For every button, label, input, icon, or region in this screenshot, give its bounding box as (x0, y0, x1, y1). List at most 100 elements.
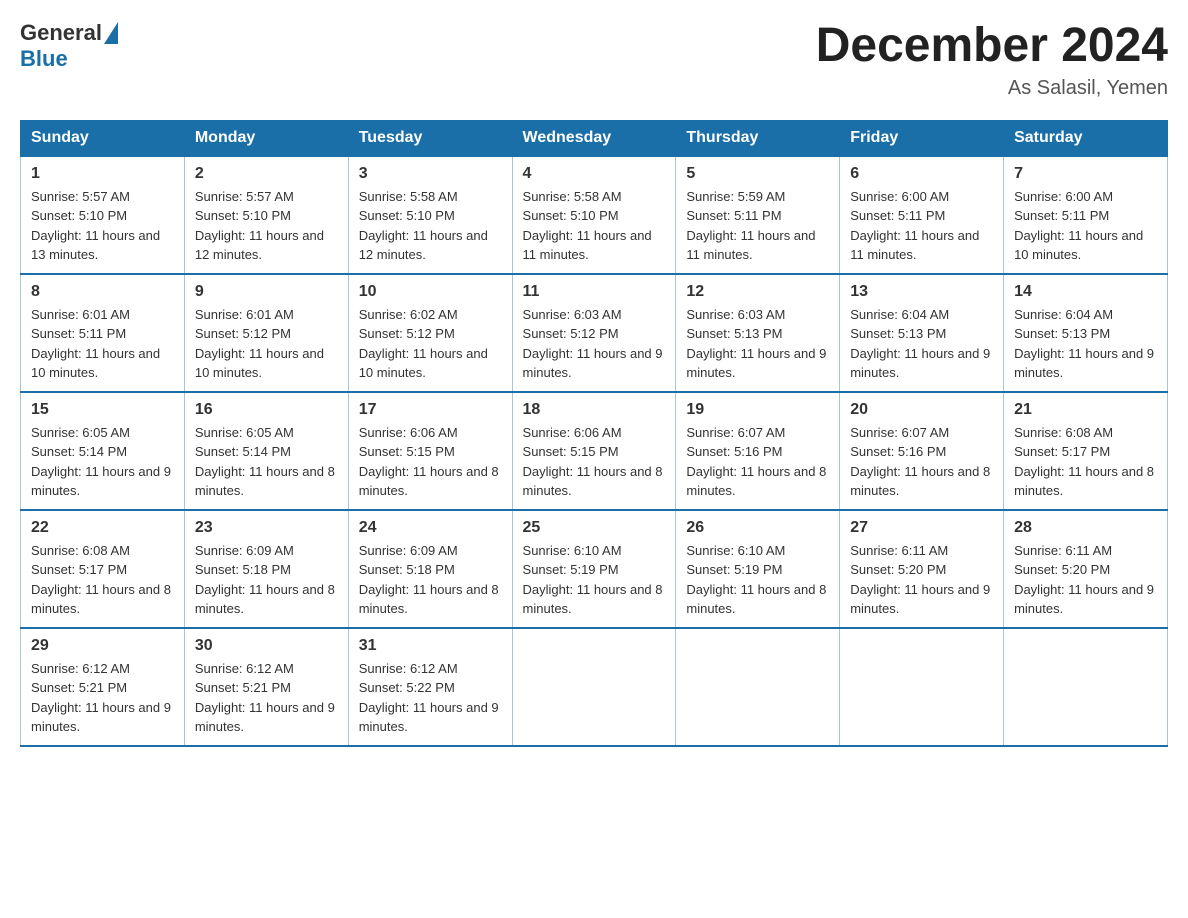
day-info: Sunrise: 6:03 AM Sunset: 5:12 PM Dayligh… (523, 305, 666, 383)
day-info: Sunrise: 6:06 AM Sunset: 5:15 PM Dayligh… (359, 423, 502, 501)
calendar-day-1: 1 Sunrise: 5:57 AM Sunset: 5:10 PM Dayli… (21, 156, 185, 274)
calendar-header-tuesday: Tuesday (348, 120, 512, 156)
calendar-day-26: 26 Sunrise: 6:10 AM Sunset: 5:19 PM Dayl… (676, 510, 840, 628)
daylight-text: Daylight: 11 hours and 8 minutes. (523, 582, 663, 617)
sunrise-text: Sunrise: 5:58 AM (523, 189, 622, 204)
day-number: 25 (523, 519, 666, 537)
day-info: Sunrise: 6:10 AM Sunset: 5:19 PM Dayligh… (686, 541, 829, 619)
sunrise-text: Sunrise: 6:05 AM (195, 425, 294, 440)
sunrise-text: Sunrise: 6:03 AM (523, 307, 622, 322)
day-number: 22 (31, 519, 174, 537)
sunset-text: Sunset: 5:13 PM (1014, 326, 1110, 341)
day-number: 17 (359, 401, 502, 419)
calendar-day-29: 29 Sunrise: 6:12 AM Sunset: 5:21 PM Dayl… (21, 628, 185, 746)
day-number: 3 (359, 165, 502, 183)
title-section: December 2024 As Salasil, Yemen (816, 20, 1168, 100)
day-info: Sunrise: 5:59 AM Sunset: 5:11 PM Dayligh… (686, 187, 829, 265)
calendar-header-thursday: Thursday (676, 120, 840, 156)
day-number: 21 (1014, 401, 1157, 419)
day-info: Sunrise: 6:11 AM Sunset: 5:20 PM Dayligh… (1014, 541, 1157, 619)
sunrise-text: Sunrise: 6:05 AM (31, 425, 130, 440)
sunrise-text: Sunrise: 6:04 AM (850, 307, 949, 322)
daylight-text: Daylight: 11 hours and 11 minutes. (523, 228, 652, 263)
calendar-header-saturday: Saturday (1004, 120, 1168, 156)
sunset-text: Sunset: 5:18 PM (195, 562, 291, 577)
calendar-week-row-5: 29 Sunrise: 6:12 AM Sunset: 5:21 PM Dayl… (21, 628, 1168, 746)
calendar-week-row-3: 15 Sunrise: 6:05 AM Sunset: 5:14 PM Dayl… (21, 392, 1168, 510)
sunrise-text: Sunrise: 6:09 AM (359, 543, 458, 558)
calendar-day-23: 23 Sunrise: 6:09 AM Sunset: 5:18 PM Dayl… (184, 510, 348, 628)
day-number: 11 (523, 283, 666, 301)
calendar-day-16: 16 Sunrise: 6:05 AM Sunset: 5:14 PM Dayl… (184, 392, 348, 510)
sunset-text: Sunset: 5:18 PM (359, 562, 455, 577)
sunset-text: Sunset: 5:15 PM (359, 444, 455, 459)
calendar-day-12: 12 Sunrise: 6:03 AM Sunset: 5:13 PM Dayl… (676, 274, 840, 392)
day-info: Sunrise: 6:08 AM Sunset: 5:17 PM Dayligh… (31, 541, 174, 619)
day-info: Sunrise: 6:01 AM Sunset: 5:11 PM Dayligh… (31, 305, 174, 383)
day-info: Sunrise: 6:00 AM Sunset: 5:11 PM Dayligh… (850, 187, 993, 265)
calendar-week-row-4: 22 Sunrise: 6:08 AM Sunset: 5:17 PM Dayl… (21, 510, 1168, 628)
calendar-day-19: 19 Sunrise: 6:07 AM Sunset: 5:16 PM Dayl… (676, 392, 840, 510)
calendar-day-28: 28 Sunrise: 6:11 AM Sunset: 5:20 PM Dayl… (1004, 510, 1168, 628)
daylight-text: Daylight: 11 hours and 8 minutes. (850, 464, 990, 499)
daylight-text: Daylight: 11 hours and 11 minutes. (850, 228, 979, 263)
daylight-text: Daylight: 11 hours and 9 minutes. (850, 582, 990, 617)
sunrise-text: Sunrise: 6:02 AM (359, 307, 458, 322)
daylight-text: Daylight: 11 hours and 12 minutes. (359, 228, 488, 263)
daylight-text: Daylight: 11 hours and 8 minutes. (686, 464, 826, 499)
calendar-day-18: 18 Sunrise: 6:06 AM Sunset: 5:15 PM Dayl… (512, 392, 676, 510)
sunset-text: Sunset: 5:17 PM (31, 562, 127, 577)
daylight-text: Daylight: 11 hours and 9 minutes. (850, 346, 990, 381)
daylight-text: Daylight: 11 hours and 9 minutes. (686, 346, 826, 381)
sunset-text: Sunset: 5:19 PM (523, 562, 619, 577)
location-text: As Salasil, Yemen (816, 77, 1168, 100)
sunrise-text: Sunrise: 6:11 AM (850, 543, 948, 558)
calendar-day-9: 9 Sunrise: 6:01 AM Sunset: 5:12 PM Dayli… (184, 274, 348, 392)
day-number: 4 (523, 165, 666, 183)
sunset-text: Sunset: 5:10 PM (359, 208, 455, 223)
calendar-day-20: 20 Sunrise: 6:07 AM Sunset: 5:16 PM Dayl… (840, 392, 1004, 510)
calendar-empty-cell (676, 628, 840, 746)
day-info: Sunrise: 6:07 AM Sunset: 5:16 PM Dayligh… (686, 423, 829, 501)
calendar-week-row-2: 8 Sunrise: 6:01 AM Sunset: 5:11 PM Dayli… (21, 274, 1168, 392)
day-info: Sunrise: 6:01 AM Sunset: 5:12 PM Dayligh… (195, 305, 338, 383)
day-info: Sunrise: 6:11 AM Sunset: 5:20 PM Dayligh… (850, 541, 993, 619)
day-info: Sunrise: 6:00 AM Sunset: 5:11 PM Dayligh… (1014, 187, 1157, 265)
daylight-text: Daylight: 11 hours and 8 minutes. (195, 464, 335, 499)
sunrise-text: Sunrise: 6:00 AM (1014, 189, 1113, 204)
day-info: Sunrise: 6:03 AM Sunset: 5:13 PM Dayligh… (686, 305, 829, 383)
logo: General Blue (20, 20, 118, 72)
day-info: Sunrise: 6:12 AM Sunset: 5:21 PM Dayligh… (31, 659, 174, 737)
calendar-day-24: 24 Sunrise: 6:09 AM Sunset: 5:18 PM Dayl… (348, 510, 512, 628)
calendar-day-7: 7 Sunrise: 6:00 AM Sunset: 5:11 PM Dayli… (1004, 156, 1168, 274)
sunset-text: Sunset: 5:12 PM (523, 326, 619, 341)
day-info: Sunrise: 6:04 AM Sunset: 5:13 PM Dayligh… (850, 305, 993, 383)
day-info: Sunrise: 6:09 AM Sunset: 5:18 PM Dayligh… (195, 541, 338, 619)
sunrise-text: Sunrise: 6:12 AM (31, 661, 130, 676)
logo-blue-text: Blue (20, 46, 118, 72)
sunrise-text: Sunrise: 6:12 AM (195, 661, 294, 676)
sunset-text: Sunset: 5:10 PM (31, 208, 127, 223)
day-info: Sunrise: 5:58 AM Sunset: 5:10 PM Dayligh… (523, 187, 666, 265)
sunset-text: Sunset: 5:15 PM (523, 444, 619, 459)
day-number: 26 (686, 519, 829, 537)
sunset-text: Sunset: 5:16 PM (850, 444, 946, 459)
daylight-text: Daylight: 11 hours and 10 minutes. (195, 346, 324, 381)
calendar-day-13: 13 Sunrise: 6:04 AM Sunset: 5:13 PM Dayl… (840, 274, 1004, 392)
sunrise-text: Sunrise: 6:12 AM (359, 661, 458, 676)
month-title: December 2024 (816, 20, 1168, 73)
daylight-text: Daylight: 11 hours and 9 minutes. (1014, 582, 1154, 617)
daylight-text: Daylight: 11 hours and 8 minutes. (686, 582, 826, 617)
day-info: Sunrise: 6:12 AM Sunset: 5:22 PM Dayligh… (359, 659, 502, 737)
logo-general-text: General (20, 20, 102, 46)
day-info: Sunrise: 5:58 AM Sunset: 5:10 PM Dayligh… (359, 187, 502, 265)
sunrise-text: Sunrise: 6:11 AM (1014, 543, 1112, 558)
day-info: Sunrise: 6:06 AM Sunset: 5:15 PM Dayligh… (523, 423, 666, 501)
sunrise-text: Sunrise: 6:00 AM (850, 189, 949, 204)
sunset-text: Sunset: 5:13 PM (850, 326, 946, 341)
sunset-text: Sunset: 5:12 PM (195, 326, 291, 341)
calendar-day-22: 22 Sunrise: 6:08 AM Sunset: 5:17 PM Dayl… (21, 510, 185, 628)
daylight-text: Daylight: 11 hours and 8 minutes. (359, 582, 499, 617)
daylight-text: Daylight: 11 hours and 9 minutes. (523, 346, 663, 381)
sunrise-text: Sunrise: 5:57 AM (195, 189, 294, 204)
